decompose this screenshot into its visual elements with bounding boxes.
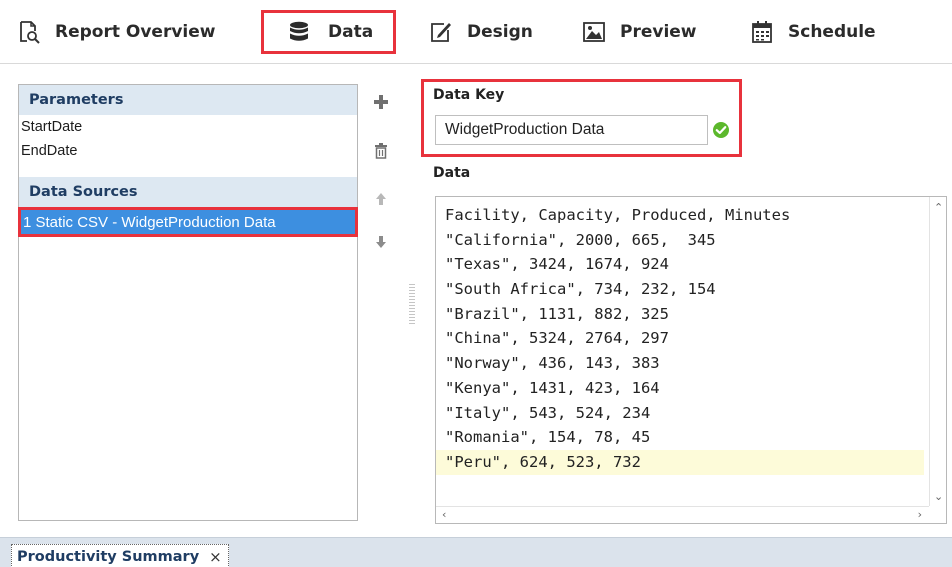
data-line: Facility, Capacity, Produced, Minutes [445,206,791,224]
data-key-input[interactable]: WidgetProduction Data [435,115,708,145]
data-line: "China", 5324, 2764, 297 [445,329,669,348]
scroll-right-icon[interactable]: › [918,508,922,521]
add-icon [374,95,388,109]
parameter-item[interactable]: EndDate [19,139,357,163]
horizontal-scrollbar[interactable]: ‹ › [436,506,930,523]
data-label: Data [433,165,471,181]
image-preview-icon [581,19,607,45]
tab-label: Preview [620,22,697,42]
tab-preview[interactable]: Preview [581,10,697,54]
data-line-current: "Peru", 624, 523, 732 [436,449,924,475]
add-button[interactable] [370,91,392,113]
document-tab-label: Productivity Summary [17,548,200,565]
tab-data[interactable]: Data [261,10,397,54]
document-tab-productivity-summary[interactable]: Productivity Summary × [11,544,229,567]
scroll-down-icon[interactable]: ⌄ [934,490,943,503]
scroll-up-icon[interactable]: ⌃ [934,201,943,214]
scrollbar-corner [929,506,946,523]
tab-label: Report Overview [55,22,216,42]
data-line: "California", 2000, 665, 345 [445,230,716,249]
close-icon[interactable]: × [209,548,222,566]
parameters-header: Parameters [19,85,357,115]
delete-icon [375,143,387,159]
data-line: "Norway", 436, 143, 383 [445,354,660,373]
tab-schedule[interactable]: Schedule [749,10,876,54]
move-down-button[interactable] [370,231,392,253]
data-lines: Facility, Capacity, Produced, Minutes "C… [436,203,925,475]
tab-label: Data [328,22,374,42]
tab-report-overview[interactable]: Report Overview [16,10,216,54]
delete-button[interactable] [370,140,392,162]
move-up-button[interactable] [370,188,392,210]
data-line: "Brazil", 1131, 882, 325 [445,304,669,323]
database-icon [286,19,312,45]
data-line: "Italy", 543, 524, 234 [445,403,651,422]
tab-design[interactable]: Design [428,10,533,54]
tab-label: Schedule [788,22,876,42]
scroll-left-icon[interactable]: ‹ [442,508,446,521]
data-line: "Kenya", 1431, 423, 164 [445,378,660,397]
data-sources-panel: Parameters StartDate EndDate Data Source… [18,84,358,521]
editor-tab-bar: Report Overview Data Design Preview Sche… [0,0,952,64]
report-overview-icon [16,19,42,45]
data-key-label: Data Key [433,87,505,103]
parameter-item[interactable]: StartDate [19,115,357,139]
vertical-scrollbar[interactable]: ⌃ ⌄ [929,197,946,507]
splitter-grip[interactable] [409,284,415,324]
move-up-icon [376,193,386,205]
data-line: "South Africa", 734, 232, 154 [445,280,716,299]
data-line: "Texas", 3424, 1674, 924 [445,255,669,274]
data-line: "Romania", 154, 78, 45 [445,428,651,447]
design-pencil-icon [428,19,454,45]
check-circle-icon [713,122,729,138]
document-tab-bar: Productivity Summary × [0,537,952,567]
data-source-item-selected[interactable]: 1 Static CSV - WidgetProduction Data [18,207,358,237]
data-sources-header: Data Sources [19,177,357,207]
tab-label: Design [467,22,533,42]
data-key-value: WidgetProduction Data [445,121,605,138]
data-text-editor[interactable]: Facility, Capacity, Produced, Minutes "C… [435,196,947,524]
move-down-icon [376,236,386,248]
calendar-icon [749,19,775,45]
